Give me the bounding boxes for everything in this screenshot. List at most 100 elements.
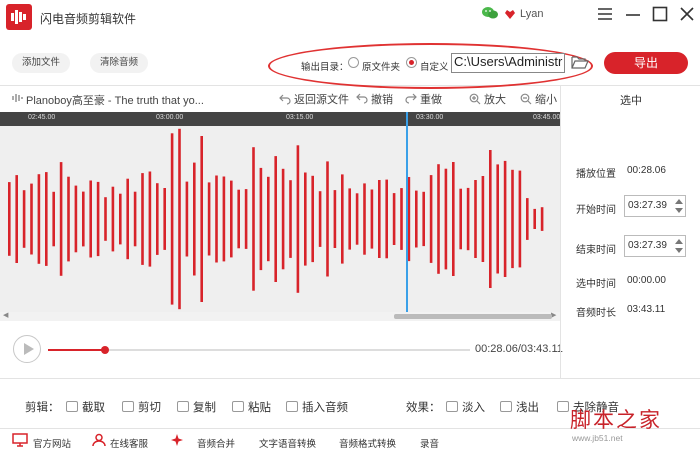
- zoom-in-icon: [469, 93, 481, 105]
- spin-up-icon[interactable]: [675, 199, 683, 204]
- waveform-bar: [185, 181, 189, 257]
- waveform-bar: [30, 183, 33, 255]
- file-name: Planoboy高至豪 - The truth that yo...: [26, 95, 204, 107]
- waveform-bar: [222, 176, 226, 262]
- waveform-bar: [267, 176, 270, 262]
- radio-source-folder[interactable]: [348, 57, 359, 68]
- scroll-left-icon[interactable]: ◀: [3, 311, 8, 319]
- waveform[interactable]: [0, 126, 560, 312]
- tick-label: 03:00.00: [156, 114, 184, 121]
- waveform-bar: [341, 174, 344, 264]
- timeline-ruler[interactable]: 02:45.00 03:00.00 03:15.00 03:30.00 03:4…: [0, 112, 560, 126]
- insert-audio-button[interactable]: 插入音频: [286, 399, 348, 415]
- back-to-source-label: 返回源文件: [294, 94, 349, 106]
- copy-label: 复制: [193, 402, 216, 414]
- waveform-bar: [111, 186, 115, 252]
- panel-header: 选中: [620, 95, 642, 107]
- folder-open-icon[interactable]: [571, 55, 589, 69]
- back-to-source-button[interactable]: 返回源文件: [279, 91, 349, 107]
- selected-time-label: 选中时间: [576, 279, 616, 290]
- tts-link[interactable]: 文字语音转换: [259, 436, 316, 450]
- waveform-bar: [511, 169, 514, 269]
- waveform-bar: [170, 133, 174, 305]
- waveform-bar: [296, 145, 300, 293]
- radio-custom[interactable]: [406, 57, 417, 68]
- audio-wave-icon: [12, 94, 23, 102]
- zoom-in-button[interactable]: 放大: [469, 91, 506, 107]
- fade-in-icon: [446, 401, 458, 412]
- copy-button[interactable]: 复制: [177, 399, 216, 415]
- export-button[interactable]: 导出: [604, 52, 688, 74]
- website-link[interactable]: 官方网站: [33, 436, 71, 450]
- watermark: 脚本之家: [570, 408, 662, 432]
- scroll-thumb[interactable]: [394, 314, 552, 319]
- waveform-bar: [141, 173, 144, 265]
- copy-icon: [177, 401, 189, 412]
- radio-source-folder-label[interactable]: 原文件夹: [362, 59, 400, 73]
- close-icon[interactable]: [678, 5, 696, 23]
- start-time-value: 03:27.39: [628, 200, 667, 211]
- spin-up-icon[interactable]: [675, 239, 683, 244]
- format-link[interactable]: 音频格式转换: [339, 436, 396, 450]
- cut-button[interactable]: 剪切: [122, 399, 161, 415]
- waveform-bar: [156, 183, 159, 255]
- insert-icon: [286, 401, 298, 412]
- paste-label: 粘贴: [248, 402, 271, 414]
- waveform-bar: [466, 187, 470, 251]
- waveform-bar: [415, 190, 418, 248]
- output-path-input[interactable]: C:\Users\Administr: [451, 53, 565, 73]
- spin-down-icon[interactable]: [675, 208, 683, 213]
- cut-label: 剪切: [138, 402, 161, 414]
- playhead[interactable]: [406, 112, 408, 312]
- menu-icon[interactable]: [596, 5, 614, 23]
- user-name[interactable]: Lyan: [520, 8, 543, 20]
- waveform-bar: [503, 160, 507, 277]
- fade-out-label: 浅出: [516, 402, 539, 414]
- waveform-bar: [496, 164, 499, 274]
- waveform-bar: [207, 182, 211, 256]
- redo-icon: [405, 93, 417, 104]
- start-time-spinner[interactable]: 03:27.39: [624, 195, 686, 217]
- waveform-bar: [96, 181, 100, 257]
- minimize-icon[interactable]: [624, 5, 642, 23]
- waveform-bar: [74, 185, 78, 253]
- waveform-bar: [178, 128, 181, 310]
- waveform-bar: [274, 156, 277, 282]
- clear-audio-button[interactable]: 清除音频: [90, 53, 149, 73]
- add-file-button[interactable]: 添加文件: [12, 53, 71, 73]
- end-time-label: 结束时间: [576, 245, 616, 256]
- fade-in-button[interactable]: 淡入: [446, 399, 485, 415]
- title-bar: 闪电音频剪辑软件 Lyan: [0, 0, 700, 34]
- waveform-bar: [22, 190, 26, 248]
- waveform-bar: [148, 171, 152, 267]
- lightning-logo-icon: [6, 4, 32, 30]
- maximize-icon[interactable]: [651, 5, 669, 23]
- fade-out-button[interactable]: 浅出: [500, 399, 539, 415]
- zoom-out-button[interactable]: 缩小: [520, 91, 557, 107]
- waveform-bar: [82, 191, 85, 247]
- undo-button[interactable]: 撤销: [356, 91, 393, 107]
- wechat-icon[interactable]: [482, 6, 498, 20]
- waveform-bar: [474, 180, 477, 258]
- waveform-bar: [252, 147, 255, 291]
- waveform-bar: [326, 161, 329, 277]
- merge-link[interactable]: 音频合并: [197, 436, 235, 450]
- crop-button[interactable]: 截取: [66, 399, 105, 415]
- waveform-bar: [452, 162, 455, 276]
- record-link[interactable]: 录音: [420, 436, 439, 450]
- paste-button[interactable]: 粘贴: [232, 399, 271, 415]
- progress-knob[interactable]: [100, 346, 109, 354]
- end-time-spinner[interactable]: 03:27.39: [624, 235, 686, 257]
- progress-track[interactable]: [48, 346, 470, 354]
- redo-button[interactable]: 重做: [405, 91, 442, 107]
- waveform-bar: [444, 168, 448, 270]
- progress-fill: [48, 349, 105, 351]
- waveform-bar: [318, 191, 322, 247]
- support-link[interactable]: 在线客服: [110, 436, 148, 450]
- play-button[interactable]: [13, 335, 41, 363]
- spin-down-icon[interactable]: [675, 248, 683, 253]
- radio-custom-label[interactable]: 自定义: [420, 59, 449, 73]
- waveform-bar: [304, 172, 307, 266]
- zoom-in-label: 放大: [484, 94, 506, 106]
- waveform-bar: [526, 198, 529, 240]
